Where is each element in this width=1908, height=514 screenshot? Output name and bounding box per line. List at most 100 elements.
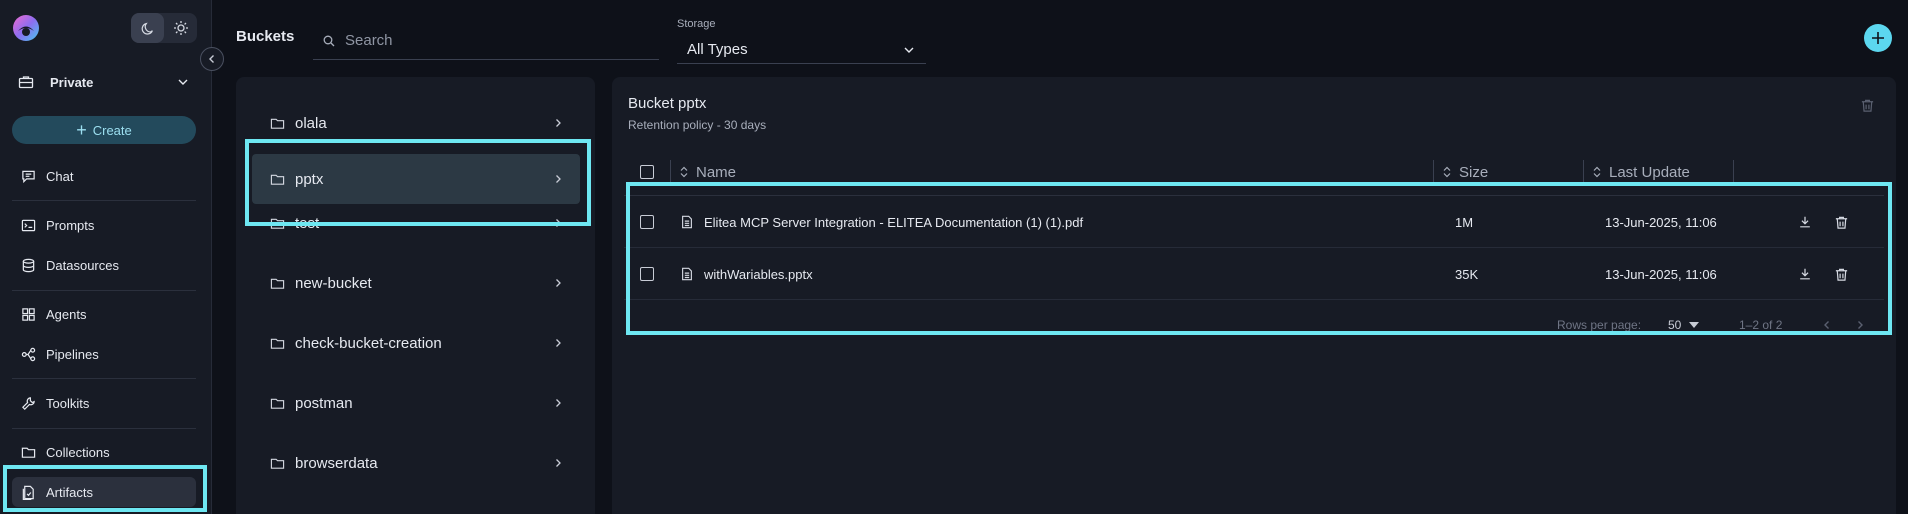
delete-file-button[interactable] [1834, 196, 1849, 248]
add-bucket-button[interactable] [1864, 24, 1892, 52]
bucket-item-browserdata[interactable]: browserdata [252, 438, 580, 488]
bucket-item-test[interactable]: test [252, 198, 580, 248]
nav-item-artifacts[interactable]: Artifacts [12, 477, 196, 507]
create-button[interactable]: + Create [12, 116, 196, 144]
table-row[interactable]: Elitea MCP Server Integration - ELITEA D… [624, 196, 1884, 248]
download-button[interactable] [1798, 196, 1812, 248]
bucket-item-check-bucket-creation[interactable]: check-bucket-creation [252, 318, 580, 368]
nav-item-label: Chat [46, 168, 74, 184]
rows-per-page-value: 50 [1668, 318, 1682, 332]
artifacts-icon [20, 484, 36, 500]
folder-icon [270, 456, 285, 471]
file-updated: 13-Jun-2025, 11:06 [1605, 266, 1717, 282]
bucket-details: Bucket pptx Retention policy - 30 days N… [612, 77, 1896, 514]
nav-item-collections[interactable]: Collections [12, 437, 196, 467]
nav-item-datasources[interactable]: Datasources [12, 250, 196, 280]
nav-item-label: Agents [46, 306, 87, 322]
nav-item-prompts[interactable]: Prompts [12, 210, 196, 240]
column-separator [1733, 160, 1734, 184]
nav-item-pipelines[interactable]: Pipelines [12, 339, 196, 369]
sidebar: Private + Create Chat Prompts Datasource… [0, 0, 212, 514]
bucket-name: olala [295, 114, 327, 132]
bucket-name: pptx [295, 170, 324, 188]
nav-item-label: Pipelines [46, 346, 99, 362]
folder-icon [270, 172, 285, 187]
sort-icon [680, 166, 688, 178]
nav-item-agents[interactable]: Agents [12, 299, 196, 329]
nav-item-label: Artifacts [46, 484, 93, 500]
download-button[interactable] [1798, 248, 1812, 300]
light-mode-button[interactable] [164, 13, 197, 43]
trash-icon [1834, 267, 1849, 282]
file-size: 1M [1455, 214, 1474, 230]
chevron-right-icon [552, 457, 564, 469]
nav-item-toolkits[interactable]: Toolkits [12, 388, 196, 418]
toolkits-icon [20, 395, 36, 411]
nav-item-chat[interactable]: Chat [12, 161, 196, 191]
agents-icon [20, 306, 36, 322]
bucket-list: olala pptx test new-bucket check-bucket-… [236, 77, 595, 514]
next-page-button[interactable] [1854, 314, 1866, 336]
dark-mode-button[interactable] [131, 13, 164, 43]
file-icon [680, 267, 694, 281]
column-separator [1583, 160, 1584, 184]
rows-per-page-label: Rows per page: [1557, 318, 1642, 332]
previous-page-button[interactable] [1821, 314, 1833, 336]
column-header-label: Size [1459, 163, 1489, 181]
column-header-name[interactable]: Name [680, 155, 736, 189]
folder-icon [270, 216, 285, 231]
nav-item-label: Collections [46, 444, 110, 460]
chevron-right-icon [1854, 319, 1866, 331]
storage-filter[interactable]: Storage All Types [677, 18, 926, 64]
datasources-icon [20, 257, 36, 273]
search-icon [323, 35, 335, 47]
sun-icon [173, 20, 189, 36]
chevron-right-icon [552, 397, 564, 409]
column-header-size[interactable]: Size [1443, 155, 1488, 189]
row-checkbox[interactable] [640, 267, 654, 281]
nav-item-label: Toolkits [46, 395, 90, 411]
chat-icon [20, 168, 36, 184]
search-input[interactable]: Search [313, 22, 659, 60]
collapse-sidebar-button[interactable] [200, 47, 224, 71]
delete-file-button[interactable] [1834, 248, 1849, 300]
table-row[interactable]: withWariables.pptx 35K 13-Jun-2025, 11:0… [624, 248, 1884, 300]
bucket-item-pptx[interactable]: pptx [252, 154, 580, 204]
chevron-right-icon [552, 173, 564, 185]
app-logo-icon[interactable] [12, 14, 40, 42]
sort-icon [1443, 166, 1451, 178]
chevron-left-icon [206, 53, 218, 65]
pipelines-icon [20, 346, 36, 362]
moon-icon [141, 21, 155, 35]
bucket-name: test [295, 214, 320, 232]
bucket-item-postman[interactable]: postman [252, 378, 580, 428]
chevron-right-icon [552, 277, 564, 289]
file-icon [680, 215, 694, 229]
file-updated: 13-Jun-2025, 11:06 [1605, 214, 1717, 230]
row-checkbox[interactable] [640, 215, 654, 229]
folder-icon [270, 116, 285, 131]
bucket-item-olala[interactable]: olala [252, 98, 580, 148]
nav-divider [12, 200, 196, 201]
rows-per-page-select[interactable]: 50 [1668, 314, 1700, 336]
chevron-down-icon [902, 43, 916, 57]
storage-select[interactable]: All Types [677, 36, 926, 64]
trash-icon [1860, 98, 1875, 113]
column-header-last-update[interactable]: Last Update [1593, 155, 1690, 189]
chevron-right-icon [552, 117, 564, 129]
theme-toggle[interactable] [131, 13, 197, 43]
bucket-name: browserdata [295, 454, 378, 472]
select-all-checkbox[interactable] [640, 155, 654, 189]
create-button-label: Create [92, 122, 132, 138]
plus-icon [1870, 30, 1886, 46]
bucket-title: Bucket pptx [628, 95, 707, 112]
pagination-range: 1–2 of 2 [1739, 318, 1783, 332]
caret-down-icon [1689, 322, 1700, 328]
column-separator [1433, 160, 1434, 184]
column-header-label: Last Update [1609, 163, 1690, 181]
delete-bucket-button[interactable] [1860, 98, 1875, 113]
bucket-item-new-bucket[interactable]: new-bucket [252, 258, 580, 308]
checkbox[interactable] [640, 165, 654, 179]
project-selector[interactable]: Private [18, 68, 190, 96]
page-title: Buckets [236, 28, 295, 45]
